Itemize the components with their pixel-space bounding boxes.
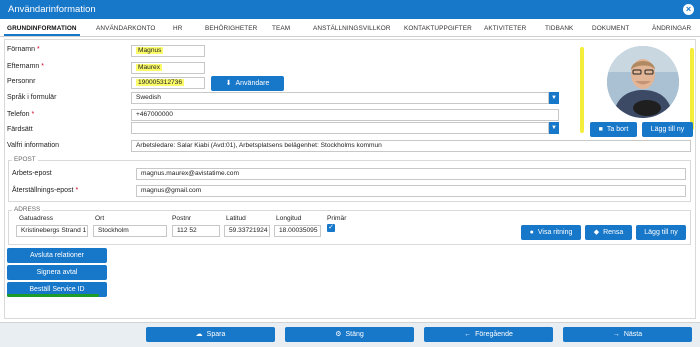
tab-kontaktuppgifter[interactable]: KONTAKTUPPGIFTER bbox=[404, 25, 472, 32]
fardsatt-label: Färdsätt bbox=[7, 126, 33, 133]
personnr-field[interactable]: 190005312736 bbox=[131, 77, 205, 89]
chevron-down-icon[interactable]: ▼ bbox=[549, 92, 559, 104]
sign-agreement-button[interactable]: Signera avtal bbox=[7, 265, 107, 280]
postnr-field[interactable]: 112 52 bbox=[172, 225, 220, 237]
add-address-button[interactable]: Lägg till ny bbox=[636, 225, 686, 240]
end-relations-button[interactable]: Avsluta relationer bbox=[7, 248, 107, 263]
chevron-down-icon[interactable]: ▼ bbox=[549, 122, 559, 134]
longitude-field[interactable]: 18.00035095 bbox=[274, 225, 321, 237]
trash-icon: ■ bbox=[598, 126, 603, 133]
first-name-field[interactable]: Magnus bbox=[131, 45, 205, 57]
clear-address-button[interactable]: ◆ Rensa bbox=[585, 225, 632, 240]
tab-anstallningsvillkor[interactable]: ANSTÄLLNINGSVILLKOR bbox=[313, 25, 391, 32]
show-map-button[interactable]: ● Visa ritning bbox=[521, 225, 581, 240]
download-icon: ⬇ bbox=[225, 80, 232, 87]
recovery-email-label: Återställnings-epost * bbox=[12, 187, 79, 194]
latitude-field[interactable]: 59.33721924 bbox=[224, 225, 270, 237]
window-title: Användarinformation bbox=[8, 4, 96, 15]
work-email-field[interactable]: magnus.maurex@avistatime.com bbox=[136, 168, 686, 180]
language-label: Språk i formulär bbox=[7, 94, 57, 101]
optional-info-field[interactable]: Arbetsledare: Salar Kiabi (Avd:01), Arbe… bbox=[131, 140, 691, 152]
window-titlebar: Användarinformation × bbox=[0, 0, 700, 19]
column-header-street: Gatuadress bbox=[19, 215, 54, 222]
column-header-postnr: Postnr bbox=[172, 215, 192, 222]
street-field[interactable]: Kristinebergs Strand 1 bbox=[16, 225, 88, 237]
work-email-label: Arbets-epost bbox=[12, 170, 52, 177]
user-button[interactable]: ⬇ Användare bbox=[211, 76, 284, 91]
eraser-icon: ◆ bbox=[593, 229, 600, 236]
remove-photo-button[interactable]: ■ Ta bort bbox=[590, 122, 637, 137]
previous-button[interactable]: ← Föregående bbox=[424, 327, 553, 342]
tab-dokument[interactable]: DOKUMENT bbox=[592, 25, 629, 32]
last-name-field[interactable]: Maurex bbox=[131, 62, 205, 74]
active-tab-indicator bbox=[4, 34, 80, 36]
first-name-label: Förnamn * bbox=[7, 46, 40, 53]
personnr-label: Personnr bbox=[7, 78, 36, 85]
arrow-right-icon: → bbox=[612, 331, 620, 338]
next-button[interactable]: → Nästa bbox=[563, 327, 692, 342]
recovery-email-field[interactable]: magnus@gmail.com bbox=[136, 185, 686, 197]
tab-behorigheter[interactable]: BEHÖRIGHETER bbox=[205, 25, 257, 32]
column-header-city: Ort bbox=[95, 215, 105, 222]
add-photo-button[interactable]: Lägg till ny bbox=[642, 122, 693, 137]
tab-grundinformation[interactable]: GRUNDINFORMATION bbox=[7, 25, 77, 32]
phone-field[interactable]: +467000000 bbox=[131, 109, 559, 121]
avatar bbox=[607, 46, 679, 118]
save-button[interactable]: ☁ Spara bbox=[146, 327, 275, 342]
tab-anvandarkonto[interactable]: ANVÄNDARKONTO bbox=[96, 25, 155, 32]
column-header-primary: Primär bbox=[327, 215, 347, 222]
tab-tidbank[interactable]: TIDBANK bbox=[545, 25, 573, 32]
tab-hr[interactable]: HR bbox=[173, 25, 182, 32]
city-field[interactable]: Stockholm bbox=[93, 225, 167, 237]
arrow-left-icon: ← bbox=[464, 331, 472, 338]
cloud-upload-icon: ☁ bbox=[195, 331, 203, 338]
column-header-longitude: Longitud bbox=[276, 215, 302, 222]
phone-label: Telefon * bbox=[7, 111, 35, 118]
annotation-mark bbox=[690, 48, 694, 130]
primary-checkbox[interactable]: ✓ bbox=[327, 224, 335, 232]
tab-andringar[interactable]: ÄNDRINGAR bbox=[652, 25, 691, 32]
last-name-label: Efternamn * bbox=[7, 63, 44, 70]
gear-icon: ⚙ bbox=[335, 331, 342, 338]
close-icon[interactable]: × bbox=[683, 4, 694, 15]
tab-aktiviteter[interactable]: AKTIVITETER bbox=[484, 25, 526, 32]
email-legend: EPOST bbox=[12, 156, 38, 163]
tab-bar: GRUNDINFORMATION ANVÄNDARKONTO HR BEHÖRI… bbox=[0, 19, 700, 37]
map-marker-icon: ● bbox=[529, 229, 534, 236]
annotation-mark bbox=[7, 294, 99, 297]
language-select[interactable]: Swedish bbox=[131, 92, 549, 104]
optional-info-label: Valfri information bbox=[7, 142, 60, 149]
tab-team[interactable]: TEAM bbox=[272, 25, 290, 32]
annotation-mark bbox=[580, 47, 584, 133]
fardsatt-select[interactable] bbox=[131, 122, 549, 134]
close-button[interactable]: ⚙ Stäng bbox=[285, 327, 414, 342]
address-legend: ADRESS bbox=[12, 206, 43, 213]
column-header-latitude: Latitud bbox=[226, 215, 246, 222]
